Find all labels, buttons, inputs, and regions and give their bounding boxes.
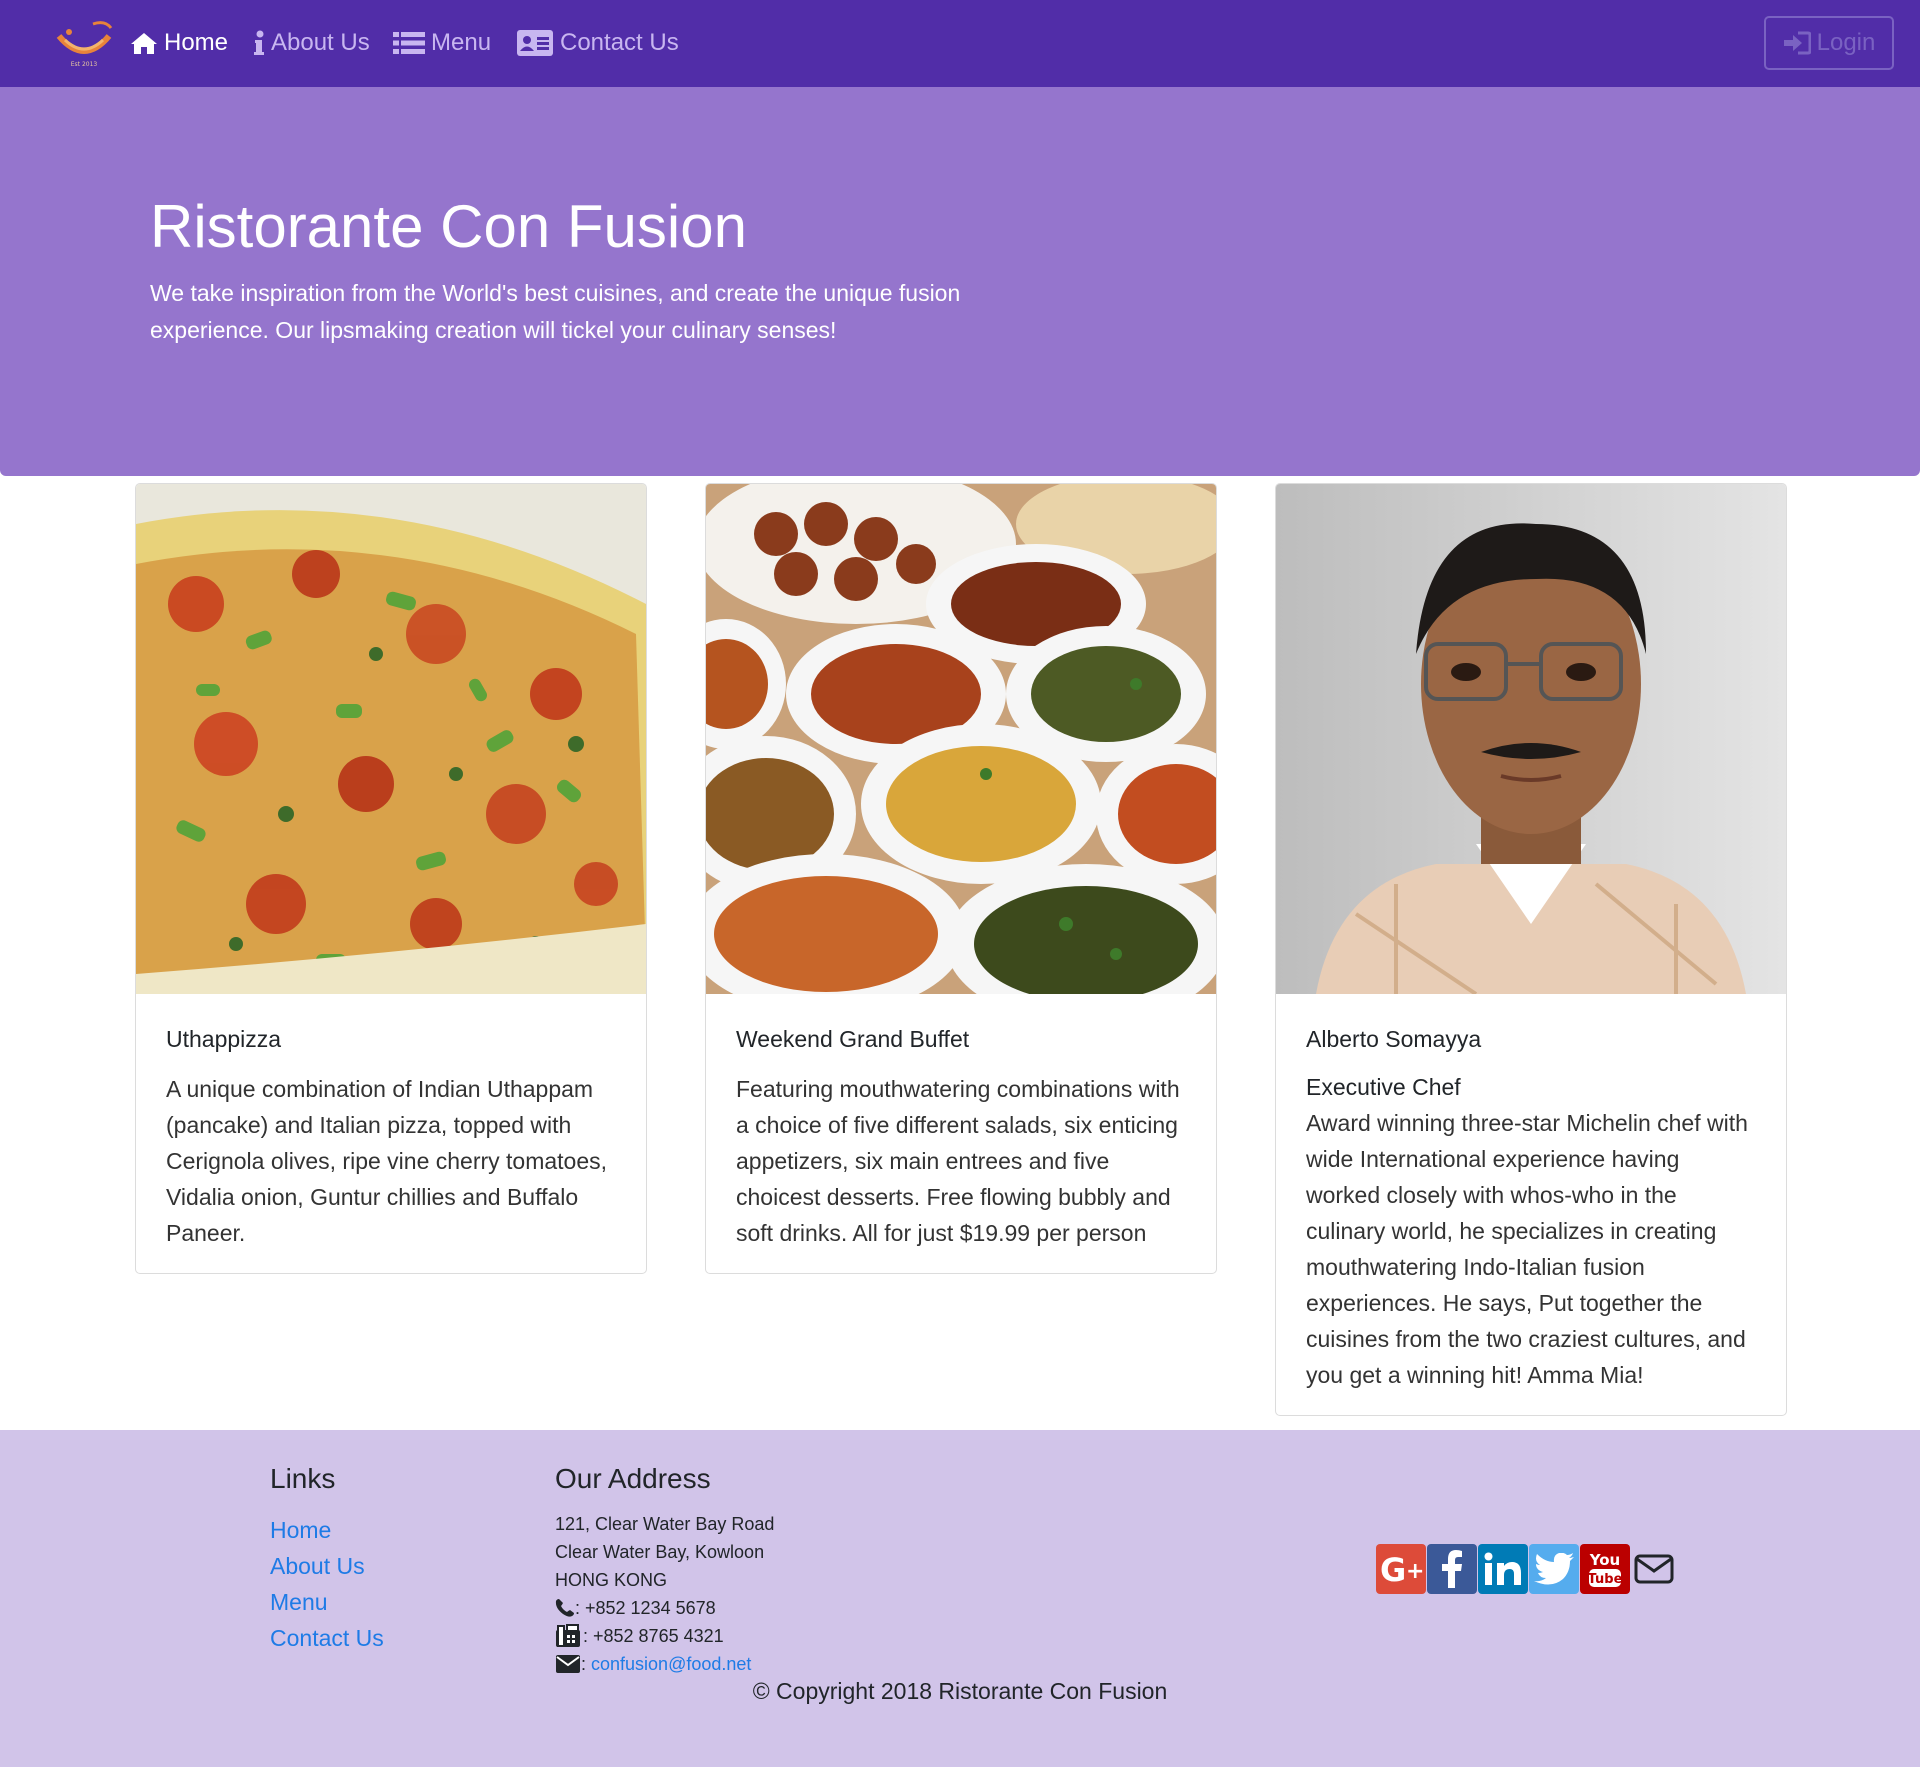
linkedin-button[interactable] bbox=[1478, 1544, 1528, 1594]
card-body: Alberto Somayya Executive Chef Award win… bbox=[1276, 994, 1786, 1415]
card-title: Uthappizza bbox=[166, 1026, 282, 1052]
twitter-button[interactable] bbox=[1529, 1544, 1579, 1594]
address-card-icon bbox=[517, 30, 553, 56]
card-title: Alberto Somayya bbox=[1306, 1026, 1482, 1052]
svg-text:+: + bbox=[1406, 1559, 1424, 1584]
nav-contact[interactable]: Contact Us bbox=[516, 26, 679, 60]
svg-text:Tube: Tube bbox=[1588, 1572, 1623, 1587]
jumbotron: Ristorante Con Fusion We take inspiratio… bbox=[0, 87, 1920, 476]
chef-photo bbox=[1276, 484, 1786, 994]
footer-link-item: Contact Us bbox=[270, 1620, 384, 1656]
fax-icon bbox=[556, 1624, 580, 1647]
nav-menu-label: Menu bbox=[431, 29, 492, 56]
footer-link-about[interactable]: About Us bbox=[270, 1553, 365, 1579]
login-label: Login bbox=[1816, 29, 1876, 56]
twitter-icon bbox=[1534, 1553, 1574, 1585]
svg-text:G: G bbox=[1380, 1552, 1406, 1586]
buffet-image bbox=[706, 484, 1216, 994]
facebook-button[interactable] bbox=[1427, 1544, 1477, 1594]
email-link[interactable]: confusion@food.net bbox=[591, 1650, 751, 1678]
youtube-button[interactable]: You Tube bbox=[1580, 1544, 1630, 1594]
sign-in-icon bbox=[1783, 31, 1811, 55]
youtube-icon: You Tube bbox=[1588, 1551, 1623, 1587]
card-subtitle: Executive Chef bbox=[1306, 1074, 1461, 1100]
footer-link-home[interactable]: Home bbox=[270, 1517, 331, 1543]
email-prefix: : bbox=[581, 1654, 592, 1674]
address-line: Clear Water Bay, Kowloon bbox=[555, 1542, 765, 1562]
dish-card: Uthappizza A unique combination of India… bbox=[135, 483, 647, 1274]
restaurant-logo[interactable]: Est 2013 bbox=[55, 18, 113, 68]
hero-text: We take inspiration from the World's bes… bbox=[150, 280, 961, 343]
nav-contact-label: Contact Us bbox=[560, 29, 679, 56]
nav-about-label: About Us bbox=[271, 29, 370, 56]
footer-link-menu[interactable]: Menu bbox=[270, 1589, 328, 1615]
footer-links: Home About Us Menu Contact Us bbox=[270, 1512, 384, 1656]
home-icon bbox=[131, 33, 157, 54]
svg-text:Est 2013: Est 2013 bbox=[71, 61, 98, 68]
footer-link-contact[interactable]: Contact Us bbox=[270, 1625, 384, 1651]
fax-number: : +852 8765 4321 bbox=[583, 1626, 724, 1646]
card-text: Award winning three-star Michelin chef w… bbox=[1306, 1110, 1748, 1388]
envelope-icon bbox=[556, 1655, 580, 1673]
envelope-outline-icon bbox=[1634, 1554, 1674, 1584]
phone-row: : +852 1234 5678 bbox=[555, 1594, 774, 1622]
google-plus-icon: G + bbox=[1380, 1552, 1424, 1586]
address-line: HONG KONG bbox=[555, 1570, 668, 1590]
footer-link-item: Home bbox=[270, 1512, 384, 1548]
links-heading: Links bbox=[270, 1463, 336, 1494]
list-icon bbox=[393, 32, 425, 54]
phone-icon bbox=[555, 1599, 574, 1617]
address-block: 121, Clear Water Bay Road Clear Water Ba… bbox=[555, 1510, 774, 1678]
nav-menu[interactable]: Menu bbox=[393, 26, 491, 60]
card-body: Weekend Grand Buffet Featuring mouthwate… bbox=[706, 994, 1216, 1273]
promotion-card: Weekend Grand Buffet Featuring mouthwate… bbox=[705, 483, 1217, 1274]
footer-link-item: About Us bbox=[270, 1548, 384, 1584]
linkedin-icon bbox=[1484, 1552, 1521, 1585]
email-button[interactable] bbox=[1631, 1544, 1677, 1594]
card-title: Weekend Grand Buffet bbox=[736, 1026, 970, 1052]
copyright: © Copyright 2018 Ristorante Con Fusion bbox=[752, 1678, 1168, 1704]
address-line: 121, Clear Water Bay Road bbox=[555, 1514, 775, 1534]
login-button[interactable]: Login bbox=[1764, 16, 1894, 70]
card-body: Uthappizza A unique combination of India… bbox=[136, 994, 646, 1273]
footer-link-item: Menu bbox=[270, 1584, 384, 1620]
fax-row: : +852 8765 4321 bbox=[555, 1622, 774, 1650]
social-links: G + You Tube bbox=[1376, 1544, 1677, 1594]
hero-title: Ristorante Con Fusion bbox=[150, 193, 747, 260]
info-icon bbox=[254, 30, 264, 55]
svg-text:You: You bbox=[1589, 1551, 1620, 1569]
nav-home-label: Home bbox=[164, 29, 229, 56]
leader-card: Alberto Somayya Executive Chef Award win… bbox=[1275, 483, 1787, 1416]
nav-home[interactable]: Home bbox=[130, 26, 228, 60]
navbar: Est 2013 Home About Us Menu Contact Us L… bbox=[0, 0, 1920, 87]
footer: Links Home About Us Menu Contact Us Our … bbox=[0, 1430, 1920, 1767]
facebook-icon bbox=[1442, 1550, 1462, 1588]
card-text: Featuring mouthwatering combinations wit… bbox=[736, 1076, 1180, 1246]
email-row: : confusion@food.net bbox=[555, 1650, 774, 1678]
google-plus-button[interactable]: G + bbox=[1376, 1544, 1426, 1594]
nav-about[interactable]: About Us bbox=[253, 26, 370, 60]
phone-number: : +852 1234 5678 bbox=[575, 1598, 716, 1618]
uthappizza-image bbox=[136, 484, 646, 994]
address-heading: Our Address bbox=[555, 1463, 711, 1494]
card-text: A unique combination of Indian Uthappam … bbox=[166, 1076, 608, 1246]
